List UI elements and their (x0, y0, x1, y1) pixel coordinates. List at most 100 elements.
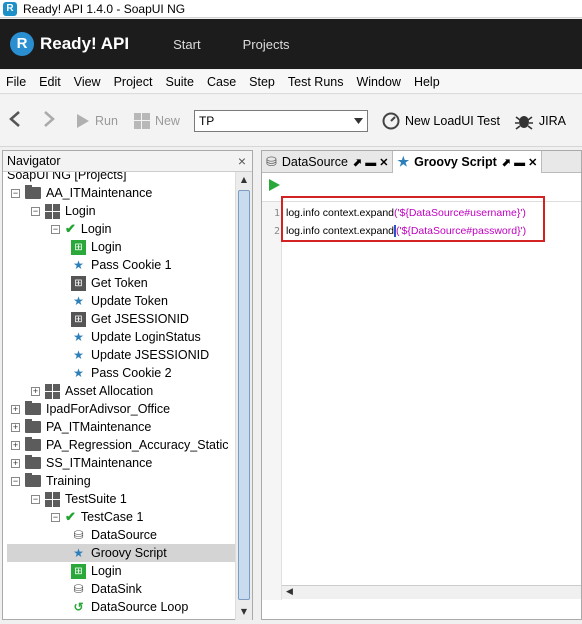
tree-item-label: TestCase 1 (80, 510, 144, 524)
tab-groovy-script[interactable]: ★ Groovy Script ⬈ ▬ ✕ (393, 151, 543, 173)
folder-icon (25, 473, 41, 487)
tree-item[interactable]: ★ Update Token (71, 292, 168, 310)
scroll-left-icon[interactable]: ◀ (286, 587, 293, 597)
star-icon: ★ (397, 154, 410, 169)
tree-item-label: Pass Cookie 2 (91, 366, 172, 380)
menu-project[interactable]: Project (114, 75, 153, 89)
testsuite-icon (45, 383, 60, 399)
tree-item-label: Get JSESSIONID (91, 312, 189, 326)
scroll-thumb[interactable] (238, 190, 250, 600)
tree-item[interactable]: − ✔ TestCase 1 (51, 508, 143, 526)
expand-toggle-icon[interactable]: − (51, 224, 60, 234)
project-select[interactable]: TP (193, 109, 368, 132)
tree-item[interactable]: ★ Update LoginStatus (71, 328, 201, 346)
expand-toggle-icon[interactable]: + (11, 404, 20, 414)
tree-item[interactable]: ⊞ Login (71, 562, 122, 580)
menu-edit[interactable]: Edit (39, 75, 61, 89)
new-label: New (154, 113, 180, 128)
tree-item[interactable]: + SS_ITMaintenance (11, 454, 152, 472)
tree-item[interactable]: ⊞ Get Token (71, 274, 148, 292)
login-step-icon: ⊞ (71, 563, 86, 579)
menu-test-runs[interactable]: Test Runs (288, 75, 344, 89)
editor-panel: ⛁ DataSource ⬈ ▬ ✕ ★ Groovy Script ⬈ ▬ ✕… (261, 150, 582, 620)
expand-toggle-icon[interactable]: + (31, 386, 40, 396)
tree-item[interactable]: − Login (31, 202, 96, 220)
tree-item[interactable]: SoapUI NG [Projects] (7, 172, 127, 184)
scroll-up-icon[interactable]: ▲ (236, 172, 252, 188)
check-icon: ✔ (65, 221, 76, 236)
gauge-icon (382, 112, 400, 129)
forward-arrow-icon[interactable] (42, 109, 56, 133)
nav-projects[interactable]: Projects (243, 37, 290, 52)
expand-toggle-icon[interactable]: − (31, 494, 40, 504)
tree-item-label: DataSource (91, 528, 158, 542)
expand-toggle-icon[interactable]: − (11, 476, 20, 486)
tree-item[interactable]: + PA_Regression_Accuracy_Static (11, 436, 229, 454)
tree-item[interactable]: ⊞ Login (71, 238, 122, 256)
line-number: 2 (273, 226, 280, 237)
tree-item[interactable]: − TestSuite 1 (31, 490, 127, 508)
navigator-scrollbar[interactable]: ▲ ▼ (235, 172, 252, 620)
editor-hscrollbar[interactable]: ◀ (282, 585, 581, 599)
jira-button[interactable]: JIRA (514, 112, 566, 130)
tree-item-label: Login (91, 564, 122, 578)
run-button[interactable]: Run (76, 113, 118, 129)
tab-datasource[interactable]: ⛁ DataSource ⬈ ▬ ✕ (262, 151, 394, 173)
tree-item[interactable]: − AA_ITMaintenance (11, 184, 152, 202)
expand-toggle-icon[interactable]: − (31, 206, 40, 216)
expand-toggle-icon[interactable]: − (51, 512, 60, 522)
tree-item[interactable]: − Training (11, 472, 91, 490)
tree-item[interactable]: ⛁ DataSource (71, 526, 157, 544)
expand-toggle-icon[interactable]: − (11, 188, 20, 198)
menu-help[interactable]: Help (414, 75, 440, 89)
tree-item-label: DataSink (91, 582, 142, 596)
navigator-title: Navigator (7, 154, 61, 168)
run-script-icon[interactable] (268, 178, 281, 192)
project-select-value: TP (198, 113, 215, 128)
new-loadui-test-label: New LoadUI Test (404, 113, 500, 128)
new-button[interactable]: New (133, 112, 180, 129)
expand-toggle-icon[interactable]: + (11, 422, 20, 432)
tree-item-label: AA_ITMaintenance (46, 186, 153, 200)
tree-item[interactable]: − ✔ Login (51, 220, 112, 238)
dropdown-arrow-icon (353, 117, 363, 124)
code-editor[interactable]: 1 2 log.info context.expand('${DataSourc… (262, 201, 581, 600)
tree-item[interactable]: ⊞ Get JSESSIONID (71, 310, 189, 328)
menu-case[interactable]: Case (207, 75, 236, 89)
tree-item[interactable]: ★ Pass Cookie 2 (71, 364, 172, 382)
datasource-icon: ⛁ (266, 154, 277, 169)
expand-toggle-icon[interactable]: + (11, 440, 20, 450)
tree-item-label: PA_Regression_Accuracy_Static (46, 438, 229, 452)
project-tree: SoapUI NG [Projects] − AA_ITMaintenance − Lo… (3, 172, 235, 620)
menu-step[interactable]: Step (249, 75, 275, 89)
tab-controls[interactable]: ⬈ ▬ ✕ (353, 156, 389, 169)
tree-item[interactable]: + PA_ITMaintenance (11, 418, 151, 436)
menu-window[interactable]: Window (356, 75, 400, 89)
star-icon: ★ (73, 545, 84, 560)
tree-item-label: Asset Allocation (65, 384, 154, 398)
folder-icon (25, 419, 41, 433)
menu-view[interactable]: View (74, 75, 101, 89)
tab-controls[interactable]: ⬈ ▬ ✕ (502, 156, 538, 169)
tree-item-label: SoapUI NG [Projects] (7, 172, 127, 182)
star-icon: ★ (73, 329, 84, 344)
nav-start[interactable]: Start (173, 37, 200, 52)
tree-item[interactable]: ★ Update JSESSIONID (71, 346, 209, 364)
tree-item[interactable]: ↺ DataSource Loop (71, 598, 188, 616)
tree-item[interactable]: ★ Groovy Script (7, 544, 235, 562)
menu-suite[interactable]: Suite (165, 75, 194, 89)
tree-item[interactable]: ⛁ DataSink (71, 580, 142, 598)
menu-file[interactable]: File (6, 75, 26, 89)
tree-item[interactable]: + IpadForAdivsor_Office (11, 400, 170, 418)
new-loadui-test-button[interactable]: New LoadUI Test (382, 112, 500, 130)
datasource-icon: ⛁ (73, 527, 84, 542)
tree-item[interactable]: ★ Pass Cookie 1 (71, 256, 172, 274)
folder-icon (25, 437, 41, 451)
expand-toggle-icon[interactable]: + (11, 458, 20, 468)
navigator-close-icon[interactable]: × (238, 153, 246, 169)
scroll-down-icon[interactable]: ▼ (236, 604, 252, 620)
back-arrow-icon[interactable] (8, 109, 22, 133)
tree-item[interactable]: + Asset Allocation (31, 382, 153, 400)
star-icon: ★ (73, 365, 84, 380)
testsuite-icon (45, 203, 60, 219)
